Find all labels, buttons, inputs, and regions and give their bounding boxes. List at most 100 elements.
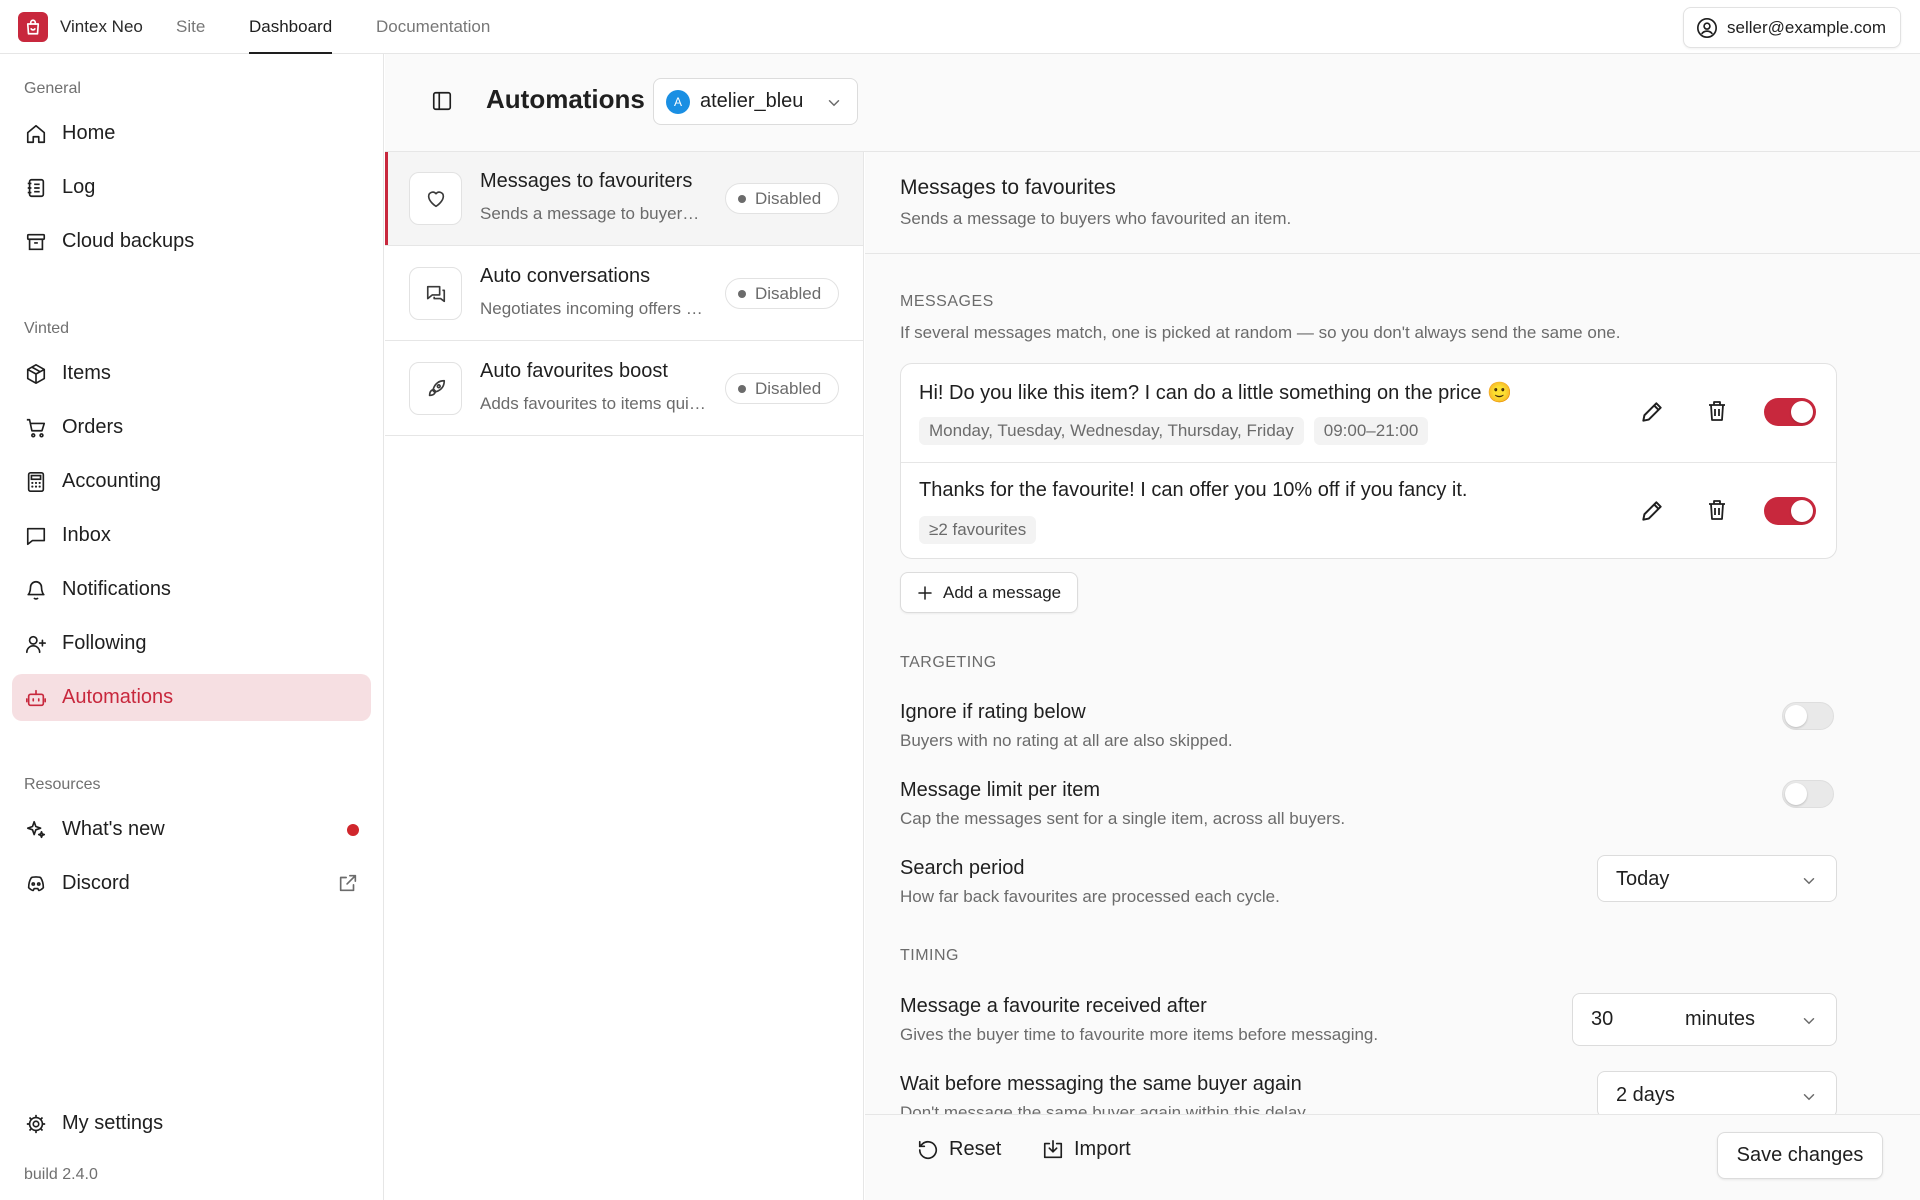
- automation-item-auto-favourites-boost[interactable]: Auto favourites boost Adds favourites to…: [385, 342, 863, 436]
- sidebar-item-inbox[interactable]: Inbox: [12, 512, 371, 559]
- sidebar-item-label: Cloud backups: [62, 230, 195, 252]
- sidebar-toggle-icon[interactable]: [431, 90, 453, 112]
- message-item: Hi! Do you like this item? I can do a li…: [901, 364, 1836, 461]
- sidebar-item-automations[interactable]: Automations: [12, 674, 371, 721]
- plus-icon: [916, 584, 934, 602]
- search-period-help: How far back favourites are processed ea…: [900, 887, 1280, 906]
- section-label-timing: TIMING: [900, 947, 959, 964]
- build-version: build 2.4.0: [24, 1166, 98, 1183]
- message-enabled-toggle[interactable]: [1764, 497, 1816, 525]
- status-badge: Disabled: [725, 278, 839, 309]
- brand[interactable]: Vintex Neo: [18, 12, 143, 42]
- ignore-rating-help: Buyers with no rating at all are also sk…: [900, 731, 1233, 750]
- gear-icon: [24, 1112, 48, 1136]
- detail-footer: Reset Import Save changes: [865, 1114, 1920, 1200]
- brand-name: Vintex Neo: [60, 17, 143, 36]
- section-label-targeting: TARGETING: [900, 654, 997, 671]
- sidebar-item-following[interactable]: Following: [12, 620, 371, 667]
- message-limit-help: Cap the messages sent for a single item,…: [900, 809, 1346, 828]
- nav-site[interactable]: Site: [176, 0, 205, 54]
- automation-list: Messages to favouriters Sends a message …: [385, 152, 864, 1200]
- nav-dashboard[interactable]: Dashboard: [249, 0, 333, 54]
- automation-description: Sends a message to buyers who favourited…: [480, 204, 707, 223]
- delay-input[interactable]: 30 minutes: [1572, 993, 1837, 1046]
- sidebar-item-log[interactable]: Log: [12, 164, 371, 211]
- sidebar-item-whats-new[interactable]: What's new: [12, 806, 371, 853]
- detail-title: Messages to favourites: [900, 176, 1116, 199]
- discord-icon: [24, 872, 48, 896]
- automation-detail: Messages to favourites Sends a message t…: [865, 152, 1920, 1200]
- user-plus-icon: [24, 632, 48, 656]
- main-header: Automations A atelier_bleu: [385, 54, 1920, 152]
- bot-icon: [24, 686, 48, 710]
- message-icon: [24, 524, 48, 548]
- message-list: Hi! Do you like this item? I can do a li…: [900, 363, 1837, 559]
- reset-icon: [917, 1139, 939, 1161]
- sidebar-item-label: Inbox: [62, 524, 111, 546]
- automation-item-auto-conversations[interactable]: Auto conversations Negotiates incoming o…: [385, 247, 863, 341]
- ignore-rating-toggle[interactable]: [1782, 702, 1834, 730]
- nav-documentation[interactable]: Documentation: [376, 0, 490, 54]
- new-indicator-dot: [347, 824, 359, 836]
- home-icon: [24, 122, 48, 146]
- automation-title: Messages to favouriters: [480, 170, 693, 192]
- heart-icon: [409, 172, 462, 225]
- log-icon: [24, 176, 48, 200]
- add-message-button[interactable]: Add a message: [900, 572, 1078, 613]
- ignore-rating-title: Ignore if rating below: [900, 701, 1086, 723]
- sidebar-item-discord[interactable]: Discord: [12, 860, 371, 907]
- account-name: atelier_bleu: [700, 90, 804, 112]
- import-button[interactable]: Import: [1042, 1138, 1131, 1161]
- message-text: Hi! Do you like this item? I can do a li…: [919, 382, 1512, 404]
- delay-unit[interactable]: minutes: [1685, 1008, 1755, 1031]
- chevron-down-icon: [1800, 1088, 1818, 1106]
- add-message-label: Add a message: [943, 582, 1062, 602]
- sidebar-item-my-settings[interactable]: My settings: [12, 1100, 371, 1147]
- external-link-icon: [337, 872, 359, 894]
- pencil-icon[interactable]: [1639, 399, 1665, 425]
- save-changes-button[interactable]: Save changes: [1717, 1132, 1883, 1179]
- sidebar-item-cloud-backups[interactable]: Cloud backups: [12, 218, 371, 265]
- automation-item-messages-to-favouriters[interactable]: Messages to favouriters Sends a message …: [385, 152, 863, 246]
- message-limit-toggle[interactable]: [1782, 780, 1834, 808]
- select-value: Today: [1616, 868, 1670, 890]
- trash-icon[interactable]: [1705, 399, 1729, 423]
- sidebar-item-orders[interactable]: Orders: [12, 404, 371, 451]
- calculator-icon: [24, 470, 48, 494]
- sidebar-item-notifications[interactable]: Notifications: [12, 566, 371, 613]
- chevron-down-icon: [1800, 1012, 1818, 1030]
- delay-value[interactable]: 30: [1591, 1008, 1613, 1031]
- chevron-down-icon: [1800, 872, 1818, 890]
- cart-icon: [24, 416, 48, 440]
- automation-description: Adds favourites to items quickly.: [480, 394, 707, 413]
- reset-button[interactable]: Reset: [917, 1138, 1001, 1161]
- timing-wait-title: Wait before messaging the same buyer aga…: [900, 1073, 1302, 1095]
- sidebar-item-label: Orders: [62, 416, 124, 438]
- archive-icon: [24, 230, 48, 254]
- timing-after-help: Gives the buyer time to favourite more i…: [900, 1025, 1379, 1044]
- timing-after-title: Message a favourite received after: [900, 995, 1207, 1017]
- sidebar-item-accounting[interactable]: Accounting: [12, 458, 371, 505]
- detail-header: Messages to favourites Sends a message t…: [865, 152, 1920, 254]
- sidebar-item-home[interactable]: Home: [12, 110, 371, 157]
- pencil-icon[interactable]: [1639, 498, 1665, 524]
- status-badge: Disabled: [725, 373, 839, 404]
- message-enabled-toggle[interactable]: [1764, 398, 1816, 426]
- days-chip: Monday, Tuesday, Wednesday, Thursday, Fr…: [919, 417, 1304, 445]
- group-label-vinted: Vinted: [24, 320, 70, 337]
- timing-wait-help: Don't message the same buyer again withi…: [900, 1103, 1310, 1114]
- trash-icon[interactable]: [1705, 498, 1729, 522]
- sidebar-item-items[interactable]: Items: [12, 350, 371, 397]
- select-value: 2 days: [1616, 1084, 1675, 1106]
- rocket-icon: [409, 362, 462, 415]
- account-email: seller@example.com: [1727, 17, 1886, 37]
- account-selector[interactable]: A atelier_bleu: [653, 78, 858, 125]
- page-title: Automations: [486, 84, 645, 114]
- wait-select[interactable]: 2 days: [1597, 1071, 1837, 1118]
- account-button[interactable]: seller@example.com: [1683, 7, 1901, 48]
- search-period-title: Search period: [900, 857, 1025, 879]
- user-circle-icon: [1696, 17, 1718, 39]
- automation-title: Auto conversations: [480, 265, 651, 287]
- search-period-select[interactable]: Today: [1597, 855, 1837, 902]
- sidebar-item-label: Items: [62, 362, 111, 384]
